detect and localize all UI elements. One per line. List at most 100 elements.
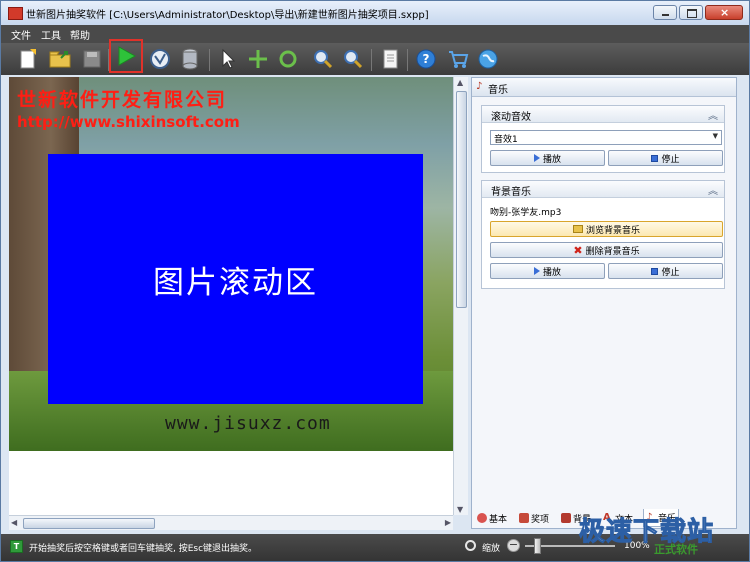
music-note-icon: ♪ [476, 81, 483, 92]
spin-button[interactable] [147, 46, 173, 72]
help-button[interactable]: ? [413, 46, 439, 72]
sound-effect-value: 音效1 [494, 135, 518, 145]
save-button[interactable] [79, 46, 105, 72]
folder-icon [572, 225, 583, 233]
tab-awards-label: 奖项 [531, 514, 550, 525]
zoom-in-icon [314, 50, 333, 69]
scroll-up-icon[interactable]: ▲ [457, 78, 463, 87]
tab-awards[interactable]: 奖项 [517, 509, 551, 527]
new-file-icon [20, 49, 36, 69]
scroll-right-icon[interactable]: ▶ [445, 518, 451, 527]
help-icon: ? [416, 49, 436, 69]
background-music-play-button[interactable]: 播放 [490, 263, 605, 279]
sound-effect-select[interactable]: 音效1 ▼ [490, 130, 722, 145]
move-icon [249, 50, 267, 68]
site-text: www.jisuxz.com [165, 413, 331, 434]
magnifier-icon [465, 540, 476, 551]
minimize-button[interactable] [653, 5, 677, 20]
zoom-minus-button[interactable]: − [507, 539, 520, 552]
select-tool-button[interactable] [215, 46, 241, 72]
purchase-button[interactable] [445, 46, 471, 72]
toolbar: ? [1, 39, 749, 75]
zoom-slider-thumb[interactable] [534, 538, 541, 554]
save-icon [83, 50, 101, 68]
move-tool-button[interactable] [245, 46, 271, 72]
open-folder-icon [49, 51, 71, 68]
menu-help[interactable]: 帮助 [70, 27, 90, 42]
new-file-button[interactable] [15, 46, 41, 72]
scroll-sound-title: 滚动音效 [491, 112, 531, 123]
rotate-tool-button[interactable] [275, 46, 301, 72]
delete-music-button[interactable]: ✖ 删除背景音乐 [490, 242, 723, 258]
background-music-group: 背景音乐 ︽ 吻别-张学友.mp3 浏览背景音乐 ✖ 删除背景音乐 播放 停止 [481, 180, 725, 289]
database-button[interactable] [177, 46, 203, 72]
menu-file[interactable]: 文件 [11, 27, 31, 42]
delete-icon: ✖ [573, 243, 583, 257]
company-url: http://www.shixinsoft.com [17, 113, 240, 131]
menu-tools[interactable]: 工具 [41, 27, 61, 42]
background-music-title: 背景音乐 [491, 187, 531, 198]
properties-panel: ♪ 音乐 滚动音效 ︽ 音效1 ▼ 播放 停止 背景音乐 ︽ 吻别-张学友.mp… [471, 77, 737, 529]
horizontal-scroll-thumb[interactable] [23, 518, 155, 529]
tab-basic-label: 基本 [489, 514, 508, 525]
status-message: 开始抽奖后按空格键或者回车键抽奖, 按Esc键退出抽奖。 [29, 544, 258, 554]
toolbar-separator [371, 49, 372, 71]
window-controls: × [653, 5, 743, 20]
canvas-vertical-scrollbar[interactable]: ▲ ▼ [453, 77, 468, 515]
dropdown-arrow-icon: ▼ [712, 132, 718, 140]
zoom-out-icon [344, 50, 363, 69]
app-icon [8, 7, 23, 20]
picture-icon [561, 513, 571, 523]
status-t-icon: T [10, 540, 23, 553]
chevron-up-icon[interactable]: ︽ [708, 182, 718, 197]
zoom-out-button[interactable] [339, 46, 365, 72]
scroll-area-label: 图片滚动区 [153, 264, 318, 301]
delete-music-label: 删除背景音乐 [585, 246, 640, 257]
spin-lottery-icon [150, 49, 170, 69]
maximize-button[interactable] [679, 5, 703, 20]
stop-label: 停止 [661, 267, 680, 278]
award-icon [519, 513, 529, 523]
close-button[interactable]: × [705, 5, 743, 20]
scroll-sound-stop-button[interactable]: 停止 [608, 150, 723, 166]
pointer-icon [222, 48, 236, 69]
svg-text:?: ? [423, 52, 430, 66]
toolbar-separator [209, 49, 210, 71]
tab-basic[interactable]: 基本 [475, 509, 509, 527]
toolbar-separator [407, 49, 408, 71]
vertical-scroll-thumb[interactable] [456, 91, 467, 308]
play-icon [533, 267, 540, 275]
preview-canvas[interactable]: 世新软件开发有限公司 http://www.shixinsoft.com 图片滚… [9, 77, 453, 451]
scroll-left-icon[interactable]: ◀ [11, 518, 17, 527]
start-lottery-button[interactable] [109, 39, 143, 73]
canvas-empty-area [9, 451, 453, 515]
scroll-sound-play-button[interactable]: 播放 [490, 150, 605, 166]
gear-icon [477, 513, 487, 523]
canvas-horizontal-scrollbar[interactable]: ◀ ▶ [9, 515, 453, 530]
document-button[interactable] [377, 46, 403, 72]
music-file-name: 吻别-张学友.mp3 [490, 208, 562, 218]
close-icon: × [720, 6, 730, 19]
browse-music-label: 浏览背景音乐 [585, 225, 640, 236]
scroll-down-icon[interactable]: ▼ [457, 505, 463, 514]
document-icon [383, 49, 398, 69]
minimize-icon [662, 14, 669, 16]
maximize-icon [687, 9, 697, 18]
zoom-label: 缩放 [482, 544, 501, 554]
play-label: 播放 [542, 154, 561, 165]
stop-icon [651, 267, 659, 275]
website-button[interactable] [475, 46, 501, 72]
background-music-stop-button[interactable]: 停止 [608, 263, 723, 279]
database-icon [182, 48, 198, 70]
chevron-up-icon[interactable]: ︽ [708, 107, 718, 122]
open-button[interactable] [47, 46, 73, 72]
panel-title: 音乐 [488, 85, 508, 96]
scroll-sound-group: 滚动音效 ︽ 音效1 ▼ 播放 停止 [481, 105, 725, 173]
play-label: 播放 [542, 267, 561, 278]
background-music-header[interactable]: 背景音乐 ︽ [482, 181, 724, 198]
image-scroll-area[interactable]: 图片滚动区 [48, 154, 423, 404]
stop-label: 停止 [661, 154, 680, 165]
browse-music-button[interactable]: 浏览背景音乐 [490, 221, 723, 237]
zoom-in-button[interactable] [309, 46, 335, 72]
scroll-sound-header[interactable]: 滚动音效 ︽ [482, 106, 724, 123]
